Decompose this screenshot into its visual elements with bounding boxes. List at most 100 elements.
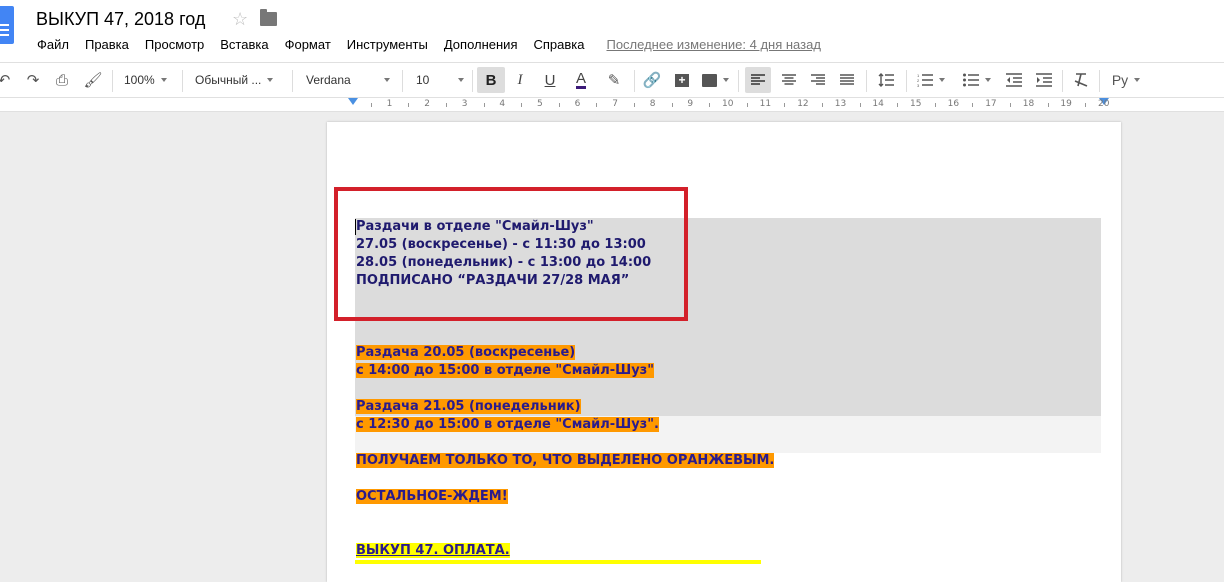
- toolbar: ↶ ↷ ⎙ 🖌 100% Обычный ... Verdana 10 B I …: [0, 62, 1224, 98]
- input-tools-button[interactable]: Ру: [1106, 63, 1146, 97]
- font-value: Verdana: [306, 73, 351, 87]
- print-icon[interactable]: ⎙: [51, 63, 73, 97]
- doc-line[interactable]: с 14:00 до 15:00 в отделе "Смайл-Шуз": [356, 362, 654, 380]
- font-size-value: 10: [416, 73, 430, 87]
- highlighted-text[interactable]: Раздача 21.05 (понедельник): [356, 399, 581, 414]
- increase-indent-icon[interactable]: [1032, 63, 1056, 97]
- doc-line[interactable]: Раздача 20.05 (воскресенье): [356, 344, 576, 362]
- ruler-number: 10: [722, 99, 734, 109]
- insert-image-icon[interactable]: [699, 63, 731, 97]
- ruler-number: 1: [386, 99, 393, 109]
- menu-format[interactable]: Формат: [285, 36, 331, 54]
- highlighted-text[interactable]: с 12:30 до 15:00 в отделе "Смайл-Шуз".: [356, 417, 659, 432]
- style-value: Обычный ...: [195, 73, 262, 87]
- ruler-scale: 1 2 3 4 5 6 7 8 9 10 11 12 13 14 15 16 17 18 19 20: [352, 98, 1109, 112]
- ruler-number: 3: [461, 99, 468, 109]
- chevron-down-icon: [939, 78, 945, 82]
- docs-logo-icon[interactable]: [0, 6, 14, 44]
- menu-tools[interactable]: Инструменты: [347, 36, 428, 54]
- menu-insert[interactable]: Вставка: [220, 36, 268, 54]
- ruler[interactable]: 1 2 3 4 5 6 7 8 9 10 11 12 13 14 15 16 17 18 19 20: [0, 98, 1224, 112]
- highlight-strip: [355, 560, 761, 564]
- menu-help[interactable]: Справка: [533, 36, 584, 54]
- star-icon[interactable]: ☆: [232, 9, 248, 30]
- last-change-link[interactable]: Последнее изменение: 4 дня назад: [606, 36, 820, 54]
- ruler-tick: [408, 103, 410, 107]
- highlighted-text[interactable]: ПОЛУЧАЕМ ТОЛЬКО ТО, ЧТО ВЫДЕЛЕНО ОРАНЖЕВ…: [356, 453, 775, 468]
- align-left-icon[interactable]: [745, 67, 771, 93]
- align-justify-icon[interactable]: [835, 63, 859, 97]
- redo-icon[interactable]: ↷: [22, 63, 44, 97]
- menu-file[interactable]: Файл: [37, 36, 69, 54]
- zoom-select[interactable]: 100%: [124, 63, 176, 97]
- ruler-number: 18: [1022, 99, 1035, 109]
- ruler-number: 16: [947, 99, 960, 109]
- align-right-icon[interactable]: [806, 63, 830, 97]
- ruler-tick: [709, 103, 711, 107]
- highlighted-text[interactable]: с 14:00 до 15:00 в отделе "Смайл-Шуз": [356, 363, 654, 378]
- ruler-tick: [972, 103, 974, 107]
- ruler-number: 7: [612, 99, 618, 109]
- text-color-button[interactable]: A: [569, 63, 593, 97]
- align-center-icon[interactable]: [777, 63, 801, 97]
- font-select[interactable]: Verdana: [306, 63, 392, 97]
- highlight-color-icon[interactable]: ✎: [602, 63, 626, 97]
- insert-comment-icon[interactable]: +: [670, 63, 694, 97]
- ruler-tick: [1010, 103, 1011, 107]
- chevron-down-icon: [985, 78, 991, 82]
- ruler-number: 4: [499, 99, 506, 109]
- menu-addons[interactable]: Дополнения: [444, 36, 518, 54]
- bold-button[interactable]: B: [477, 67, 505, 93]
- menu-view[interactable]: Просмотр: [145, 36, 204, 54]
- doc-line[interactable]: ОСТАЛЬНОЕ-ЖДЕМ!: [356, 488, 508, 506]
- ruler-tick: [483, 103, 485, 107]
- chevron-down-icon: [160, 78, 167, 82]
- italic-button[interactable]: I: [509, 63, 531, 97]
- ruler-number: 15: [910, 99, 922, 109]
- ruler-number: 19: [1060, 99, 1072, 109]
- ruler-number: 6: [574, 99, 581, 109]
- chevron-down-icon: [384, 78, 390, 82]
- folder-icon[interactable]: [260, 9, 277, 26]
- ruler-number: 9: [687, 99, 694, 109]
- line-spacing-icon[interactable]: [874, 63, 898, 97]
- ruler-tick: [746, 103, 748, 107]
- zoom-value: 100%: [124, 73, 155, 87]
- chevron-down-icon: [722, 78, 729, 82]
- highlighted-text[interactable]: Раздача 20.05 (воскресенье): [356, 345, 576, 360]
- font-size-select[interactable]: 10: [416, 63, 466, 97]
- bulleted-list-icon[interactable]: [957, 63, 997, 97]
- ruler-tick: [596, 103, 598, 107]
- decrease-indent-icon[interactable]: [1002, 63, 1026, 97]
- ruler-number: 5: [537, 99, 543, 109]
- clear-formatting-icon[interactable]: [1069, 63, 1093, 97]
- ruler-tick: [521, 103, 523, 107]
- annotation-box: [334, 187, 688, 321]
- ruler-number: 8: [649, 99, 656, 109]
- doc-line[interactable]: с 12:30 до 15:00 в отделе "Смайл-Шуз".: [356, 416, 659, 434]
- link-icon[interactable]: 🔗: [640, 63, 664, 97]
- undo-icon[interactable]: ↶: [0, 63, 12, 97]
- ruler-tick: [1047, 103, 1049, 107]
- ruler-tick: [897, 103, 899, 107]
- ruler-number: 13: [834, 99, 847, 109]
- doc-line[interactable]: ВЫКУП 47. ОПЛАТА.: [356, 542, 510, 560]
- doc-line[interactable]: ПОЛУЧАЕМ ТОЛЬКО ТО, ЧТО ВЫДЕЛЕНО ОРАНЖЕВ…: [356, 452, 775, 470]
- svg-text:3: 3: [917, 83, 920, 87]
- input-tools-label: Ру: [1111, 72, 1129, 88]
- document-title[interactable]: ВЫКУП 47, 2018 год: [36, 9, 205, 30]
- paint-format-icon[interactable]: 🖌: [82, 63, 104, 97]
- underline-button[interactable]: U: [539, 63, 561, 97]
- menu-bar: Файл Правка Просмотр Вставка Формат Инст…: [37, 36, 821, 54]
- title-bar: ВЫКУП 47, 2018 год ☆ Файл Правка Просмот…: [0, 0, 1224, 62]
- ruler-tick: [370, 103, 372, 107]
- style-select[interactable]: Обычный ...: [195, 63, 285, 97]
- ruler-tick: [822, 103, 823, 107]
- numbered-list-icon[interactable]: 123: [913, 63, 949, 97]
- ruler-tick: [634, 103, 635, 107]
- highlighted-text[interactable]: ОСТАЛЬНОЕ-ЖДЕМ!: [356, 489, 508, 504]
- highlighted-text[interactable]: ВЫКУП 47. ОПЛАТА.: [356, 543, 510, 558]
- ruler-tick: [558, 103, 560, 107]
- doc-line[interactable]: Раздача 21.05 (понедельник): [356, 398, 581, 416]
- menu-edit[interactable]: Правка: [85, 36, 129, 54]
